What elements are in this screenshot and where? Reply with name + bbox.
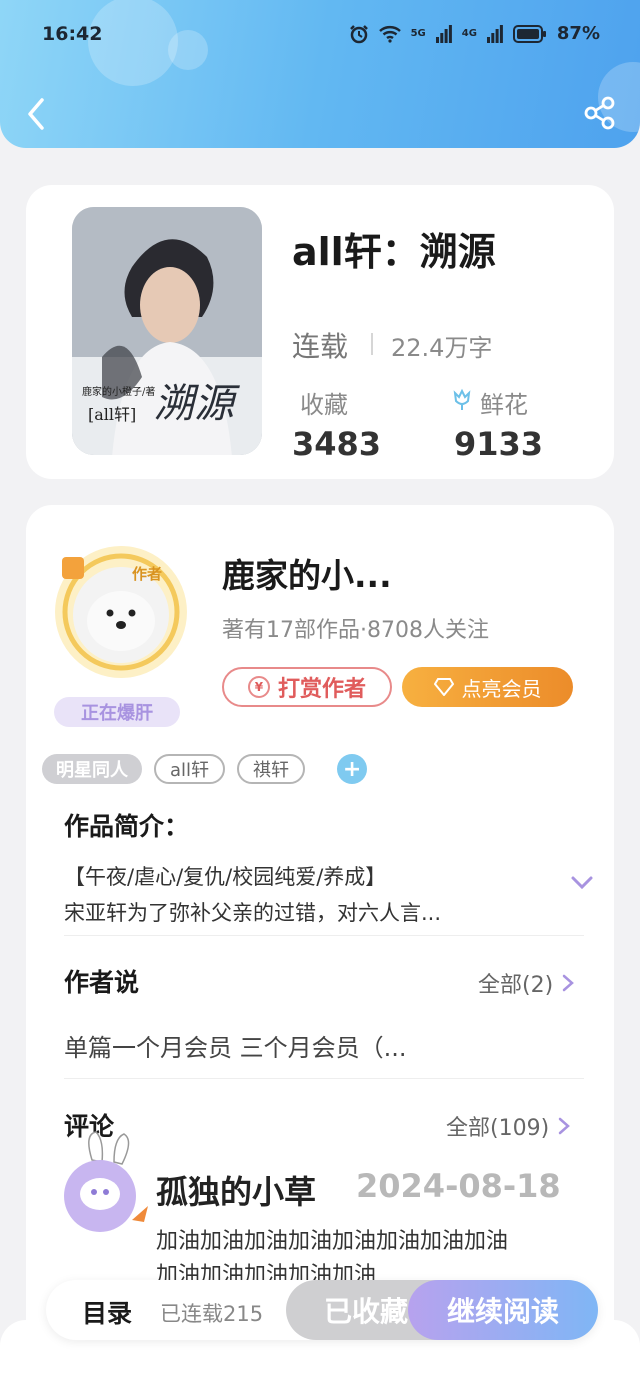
tag-item[interactable]: 明星同人	[42, 754, 142, 784]
tag-list: 明星同人 all轩 祺轩 +	[42, 754, 368, 784]
book-card: 鹿家的小橙子/著 [all轩] 溯源 all轩：溯源 连载 22.4万字 收藏 …	[26, 185, 614, 479]
flower-icon	[453, 388, 471, 410]
battery-icon	[512, 24, 546, 43]
author-say-all-link[interactable]: 全部(2)	[478, 967, 575, 999]
comment-text: 加油加油加油加油加油加油加油加油	[156, 1229, 509, 1254]
yen-coin-icon: ¥	[247, 676, 270, 698]
divider	[371, 333, 373, 355]
serial-status: 连载	[292, 330, 349, 363]
comment-date: 2024-08-18	[356, 1167, 561, 1205]
toc-button[interactable]: 目录	[82, 1294, 132, 1330]
cover-tag-text: [all轩]	[88, 405, 137, 424]
author-say-text[interactable]: 单篇一个月会员 三个月会员（...	[64, 1028, 407, 1063]
signal-icon	[435, 24, 452, 43]
commenter-name[interactable]: 孤独的小草	[156, 1167, 316, 1213]
divider	[64, 1078, 584, 1079]
battery-percent: 87%	[556, 23, 600, 44]
author-say-title: 作者说	[64, 968, 140, 997]
back-icon[interactable]	[22, 96, 52, 132]
serial-count: 已连载215	[160, 1302, 264, 1326]
status-bar: 16:42 5G 4G 87%	[0, 20, 640, 52]
author-name[interactable]: 鹿家的小...	[222, 549, 392, 597]
intro-line: 【午夜/虐心/复仇/校园纯爱/养成】	[64, 865, 387, 889]
vip-button[interactable]: 点亮会员	[402, 667, 573, 707]
author-meta: 著有17部作品·8708人关注	[222, 618, 489, 643]
continue-reading-button[interactable]: 继续阅读	[408, 1280, 598, 1340]
alarm-icon	[349, 24, 368, 43]
info-card: 作者 正在爆肝 鹿家的小... 著有17部作品·8708人关注 ¥ 打赏作者 点…	[26, 505, 614, 1387]
chevron-right-icon	[558, 1117, 571, 1135]
vip-label: 点亮会员	[461, 676, 542, 701]
status-sticker: 正在爆肝	[54, 697, 180, 727]
signal-5g-label: 5G	[410, 28, 426, 39]
word-count: 22.4万字	[391, 334, 493, 362]
signal-icon	[486, 24, 503, 43]
author-avatar[interactable]	[52, 543, 190, 681]
signal-4g-label: 4G	[461, 28, 477, 39]
tip-author-button[interactable]: ¥ 打赏作者	[222, 667, 392, 707]
header: 16:42 5G 4G 87%	[0, 0, 640, 148]
favorites-label: 收藏	[300, 391, 348, 419]
comments-all-link[interactable]: 全部(109)	[446, 1110, 571, 1142]
cover-author-text: 鹿家的小橙子/著	[82, 387, 156, 398]
tag-item[interactable]: 祺轩	[237, 754, 306, 784]
diamond-icon	[433, 678, 454, 696]
wifi-icon	[378, 25, 401, 43]
intro-title: 作品简介：	[64, 812, 190, 841]
share-icon[interactable]	[584, 96, 616, 130]
chevron-right-icon	[562, 974, 575, 992]
divider	[64, 935, 584, 936]
flowers-label: 鲜花	[480, 391, 528, 419]
flowers-count: 9133	[454, 425, 544, 463]
bottom-action-bar: 目录 已连载215 已收藏 继续阅读	[46, 1280, 598, 1340]
author-say-all-label: 全部(2)	[478, 973, 554, 998]
add-tag-button[interactable]: +	[337, 754, 368, 784]
author-badge: 作者	[132, 565, 163, 583]
comments-all-label: 全部(109)	[446, 1116, 550, 1141]
intro-line: 宋亚轩为了弥补父亲的过错，对六人言...	[64, 901, 442, 925]
book-title: all轩：溯源	[292, 230, 496, 274]
book-cover[interactable]: 鹿家的小橙子/著 [all轩] 溯源	[72, 207, 262, 455]
favorites-count: 3483	[292, 425, 382, 463]
tip-author-label: 打赏作者	[277, 677, 366, 702]
status-icons: 5G 4G 87%	[349, 23, 600, 44]
status-time: 16:42	[42, 23, 103, 45]
commenter-avatar[interactable]	[62, 1130, 152, 1240]
cover-title-text: 溯源	[154, 381, 234, 427]
chevron-down-icon[interactable]	[570, 875, 594, 891]
tag-item[interactable]: all轩	[154, 754, 226, 784]
